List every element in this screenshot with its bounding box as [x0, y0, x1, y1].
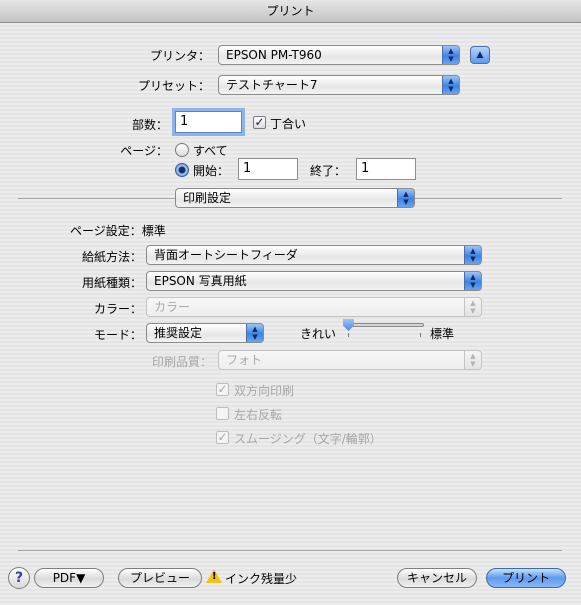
window-title: プリント — [0, 0, 581, 23]
quality-slider-thumb[interactable] — [343, 319, 354, 331]
panel-menu-value: 印刷設定 — [183, 191, 232, 205]
panel-menu-popup[interactable]: 印刷設定 ▲ ▼ — [175, 188, 415, 208]
print-button[interactable]: プリント — [486, 568, 566, 588]
pages-label: ページ： — [120, 144, 168, 158]
copies-label: 部数： — [131, 118, 168, 132]
pages-from-label: 開始： — [193, 164, 230, 178]
updown-arrows-icon: ▲ ▼ — [246, 324, 263, 342]
paper-feed-label: 給紙方法： — [81, 250, 142, 264]
updown-arrows-icon: ▲ ▼ — [464, 272, 481, 290]
pdf-menu-button[interactable]: PDF▼ — [34, 568, 104, 588]
preset-popup[interactable]: テストチャート7 ▲ ▼ — [218, 75, 460, 95]
page-setup-text: ページ設定：標準 — [70, 224, 166, 238]
printer-label: プリンタ： — [149, 49, 210, 63]
mirror-label: 左右反転 — [234, 408, 283, 422]
updown-arrows-icon: ▲ ▼ — [464, 298, 481, 316]
preview-button[interactable]: プレビュー — [118, 568, 202, 588]
footer-divider — [18, 550, 562, 551]
bidirectional-label: 双方向印刷 — [234, 384, 295, 398]
quality-value: フォト — [226, 353, 263, 367]
collate-checkbox[interactable]: ✓ — [253, 116, 266, 129]
updown-arrows-icon: ▲ ▼ — [464, 246, 481, 264]
smoothing-checkbox[interactable]: ✓ — [216, 431, 229, 444]
pages-from-field[interactable]: 1 — [238, 158, 298, 180]
bidirectional-checkbox[interactable]: ✓ — [216, 383, 229, 396]
quality-label: 印刷品質： — [151, 355, 212, 369]
triangle-up-icon: ▲ — [476, 50, 484, 60]
media-type-value: EPSON 写真用紙 — [154, 274, 247, 288]
color-value: カラー — [154, 300, 191, 314]
pages-range-radio[interactable] — [175, 163, 189, 177]
copies-field[interactable]: 1 — [175, 111, 242, 133]
printer-value: EPSON PM-T960 — [226, 48, 322, 62]
updown-arrows-icon: ▲ ▼ — [397, 189, 414, 207]
updown-arrows-icon: ▲ ▼ — [442, 46, 459, 64]
smoothing-label: スムージング（文字/輪郭） — [234, 432, 382, 446]
quality-slider-track[interactable] — [346, 323, 424, 327]
preset-value: テストチャート7 — [226, 78, 318, 92]
print-sheet: プリンタ： EPSON PM-T960 ▲ ▼ ▲ プリセット： テストチャート7… — [0, 23, 581, 605]
paper-feed-value: 背面オートシートフィーダ — [154, 248, 298, 262]
quality-popup[interactable]: フォト ▲ ▼ — [218, 350, 482, 370]
slider-tick — [348, 333, 349, 337]
preset-label: プリセット： — [137, 79, 210, 93]
ink-low-warning: インク残量少 — [225, 572, 298, 586]
color-popup[interactable]: カラー ▲ ▼ — [146, 297, 482, 317]
disclosure-triangle-button[interactable]: ▲ — [470, 46, 490, 64]
pages-all-label: すべて — [193, 144, 228, 158]
pages-to-label: 終了： — [310, 164, 347, 178]
mode-popup[interactable]: 推奨設定 ▲ ▼ — [146, 323, 264, 343]
quality-slider-right-label: 標準 — [430, 327, 455, 341]
quality-slider-left-label: きれい — [300, 327, 337, 341]
collate-label: 丁合い — [270, 117, 307, 131]
mode-value: 推奨設定 — [154, 326, 203, 340]
color-label: カラー： — [93, 302, 142, 316]
mode-label: モード： — [93, 328, 142, 342]
updown-arrows-icon: ▲ ▼ — [442, 76, 459, 94]
mirror-checkbox[interactable] — [216, 407, 229, 420]
pages-all-radio[interactable] — [175, 143, 189, 157]
updown-arrows-icon: ▲ ▼ — [464, 351, 481, 369]
printer-popup[interactable]: EPSON PM-T960 ▲ ▼ — [218, 45, 460, 65]
help-button[interactable]: ? — [8, 567, 30, 589]
warning-triangle-icon: ! — [206, 569, 222, 583]
media-type-label: 用紙種類： — [81, 276, 142, 290]
pages-to-field[interactable]: 1 — [356, 158, 416, 180]
slider-tick — [420, 333, 421, 337]
paper-feed-popup[interactable]: 背面オートシートフィーダ ▲ ▼ — [146, 245, 482, 265]
media-type-popup[interactable]: EPSON 写真用紙 ▲ ▼ — [146, 271, 482, 291]
cancel-button[interactable]: キャンセル — [397, 568, 477, 588]
